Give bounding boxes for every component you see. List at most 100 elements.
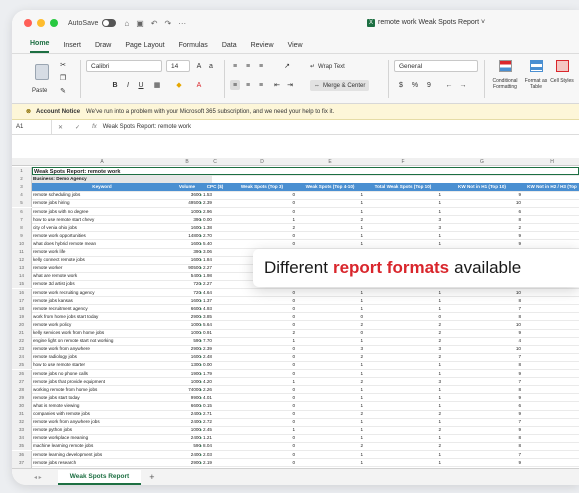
table-header-cell[interactable]: Volume bbox=[172, 183, 202, 191]
table-cell[interactable]: 0 bbox=[228, 345, 296, 353]
table-cell[interactable]: 7 bbox=[442, 378, 522, 386]
table-cell[interactable]: 1 bbox=[364, 402, 442, 410]
table-cell[interactable]: 6600 bbox=[172, 402, 202, 410]
table-cell[interactable]: 0.00 bbox=[202, 361, 228, 369]
table-cell[interactable]: 1300 bbox=[172, 361, 202, 369]
table-cell[interactable]: 8 bbox=[442, 442, 522, 450]
increase-decimal-icon[interactable]: ← bbox=[444, 80, 454, 90]
row-header[interactable]: 3 bbox=[12, 183, 32, 192]
italic-button[interactable]: I bbox=[123, 80, 133, 90]
row-header[interactable]: 33 bbox=[12, 426, 32, 435]
sheet-tab-weak-spots[interactable]: Weak Spots Report bbox=[57, 469, 142, 485]
table-cell[interactable]: remote jobs with no degree bbox=[32, 208, 172, 216]
add-sheet-button[interactable]: + bbox=[149, 472, 154, 482]
table-cell[interactable]: 0 bbox=[228, 459, 296, 467]
row-header[interactable]: 7 bbox=[12, 215, 32, 224]
table-cell[interactable]: 0 bbox=[228, 232, 296, 240]
comma-style-icon[interactable]: 9 bbox=[424, 80, 434, 90]
increase-indent-icon[interactable]: ⇥ bbox=[285, 80, 295, 90]
format-as-table-button[interactable] bbox=[524, 58, 548, 74]
table-cell[interactable]: 5400 bbox=[172, 272, 202, 280]
table-cell[interactable]: engine light on remote start not working bbox=[32, 337, 172, 345]
table-cell[interactable]: 7.70 bbox=[202, 337, 228, 345]
table-cell[interactable]: remote recruitment agency bbox=[32, 305, 172, 313]
autosave-toggle[interactable] bbox=[102, 19, 117, 27]
table-cell[interactable]: how to use remote starter bbox=[32, 361, 172, 369]
table-cell[interactable]: 0 bbox=[296, 329, 364, 337]
row-header[interactable]: 5 bbox=[12, 199, 32, 208]
cancel-icon[interactable]: ✕ bbox=[58, 124, 63, 131]
table-cell[interactable]: remote workplace meaning bbox=[32, 434, 172, 442]
table-cell[interactable]: remote python jobs bbox=[32, 426, 172, 434]
column-header[interactable]: B bbox=[172, 158, 202, 166]
tab-draw[interactable]: Draw bbox=[95, 42, 111, 53]
undo-icon[interactable]: ↶ bbox=[151, 19, 158, 28]
table-cell[interactable]: 1 bbox=[228, 216, 296, 224]
decrease-decimal-icon[interactable]: → bbox=[458, 80, 468, 90]
table-cell[interactable]: 4.64 bbox=[202, 289, 228, 297]
redo-icon[interactable]: ↷ bbox=[164, 19, 171, 28]
table-cell[interactable]: 7 bbox=[442, 451, 522, 459]
table-cell[interactable]: 2400 bbox=[172, 434, 202, 442]
table-cell[interactable]: 0 bbox=[296, 313, 364, 321]
table-cell[interactable]: 2.27 bbox=[202, 280, 228, 288]
table-cell[interactable]: 1 bbox=[296, 224, 364, 232]
tab-home[interactable]: Home bbox=[30, 40, 50, 53]
table-cell[interactable]: 6600 bbox=[172, 305, 202, 313]
table-cell[interactable]: how to use remote start chevy bbox=[32, 216, 172, 224]
table-cell[interactable]: 2 bbox=[296, 442, 364, 450]
row-header[interactable]: 30 bbox=[12, 401, 32, 410]
table-cell[interactable]: 8 bbox=[442, 434, 522, 442]
table-cell[interactable]: 2.39 bbox=[202, 345, 228, 353]
table-cell[interactable]: 2 bbox=[364, 337, 442, 345]
copy-icon[interactable]: ❐ bbox=[58, 73, 68, 83]
table-cell[interactable]: 1 bbox=[296, 191, 364, 199]
row-header[interactable]: 13 bbox=[12, 264, 32, 273]
table-cell[interactable]: working remote from home jobs bbox=[32, 386, 172, 394]
table-cell[interactable]: remote work life bbox=[32, 248, 172, 256]
table-cell[interactable]: 2 bbox=[364, 329, 442, 337]
font-size-select[interactable]: 14 bbox=[166, 60, 190, 72]
column-header[interactable]: C bbox=[202, 158, 228, 166]
row-header[interactable]: 34 bbox=[12, 434, 32, 443]
table-cell[interactable]: 2.39 bbox=[202, 199, 228, 207]
table-cell[interactable]: 14800 bbox=[172, 232, 202, 240]
table-cell[interactable]: machine learning remote jobs bbox=[32, 442, 172, 450]
table-cell[interactable]: 1 bbox=[296, 232, 364, 240]
table-cell[interactable]: 1600 bbox=[172, 224, 202, 232]
table-cell[interactable]: 0 bbox=[228, 434, 296, 442]
table-cell[interactable]: 5.40 bbox=[202, 240, 228, 248]
table-cell[interactable]: 2900 bbox=[172, 345, 202, 353]
table-cell[interactable]: remote worker bbox=[32, 264, 172, 272]
row-header[interactable]: 35 bbox=[12, 442, 32, 451]
table-cell[interactable]: 6 bbox=[442, 208, 522, 216]
table-cell[interactable]: 0 bbox=[228, 402, 296, 410]
table-cell[interactable]: 1.98 bbox=[202, 272, 228, 280]
table-cell[interactable]: 1 bbox=[296, 426, 364, 434]
table-cell[interactable]: 1600 bbox=[172, 353, 202, 361]
close-window-button[interactable] bbox=[24, 19, 32, 27]
table-cell[interactable]: 8 bbox=[442, 361, 522, 369]
column-header[interactable]: E bbox=[296, 158, 364, 166]
table-cell[interactable]: 0 bbox=[228, 289, 296, 297]
underline-button[interactable]: U bbox=[136, 80, 146, 90]
table-cell[interactable]: 0 bbox=[364, 313, 442, 321]
table-cell[interactable]: 1 bbox=[296, 240, 364, 248]
table-cell[interactable]: 0 bbox=[228, 297, 296, 305]
table-cell[interactable]: 0 bbox=[228, 313, 296, 321]
row-header[interactable]: 20 bbox=[12, 320, 32, 329]
table-cell[interactable]: 2900 bbox=[172, 313, 202, 321]
table-cell[interactable]: 3600 bbox=[172, 191, 202, 199]
table-cell[interactable]: remote jobs start today bbox=[32, 394, 172, 402]
row-header[interactable]: 8 bbox=[12, 223, 32, 232]
row-header[interactable]: 27 bbox=[12, 377, 32, 386]
table-cell[interactable]: 2 bbox=[296, 410, 364, 418]
table-cell[interactable]: 1 bbox=[364, 208, 442, 216]
table-cell[interactable]: 0 bbox=[228, 410, 296, 418]
table-cell[interactable]: 2 bbox=[364, 353, 442, 361]
table-cell[interactable]: 9 bbox=[442, 426, 522, 434]
table-cell[interactable]: 0 bbox=[228, 442, 296, 450]
row-header[interactable]: 25 bbox=[12, 361, 32, 370]
table-cell[interactable]: 1000 bbox=[172, 329, 202, 337]
row-header[interactable]: 12 bbox=[12, 256, 32, 265]
